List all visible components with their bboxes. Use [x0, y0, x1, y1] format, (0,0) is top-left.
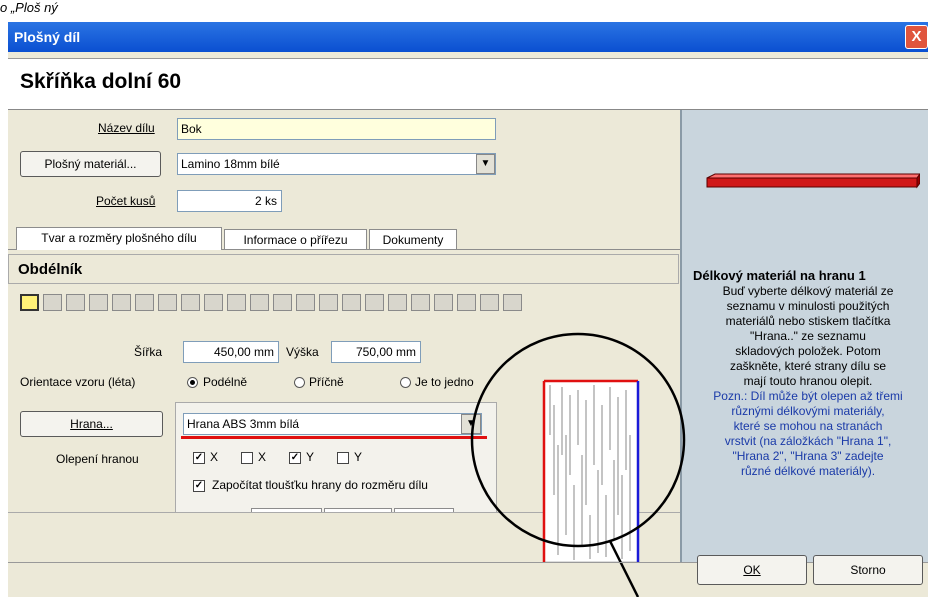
name-field[interactable]: Bok	[177, 118, 496, 140]
shape-button[interactable]	[181, 294, 200, 311]
check-x1-label: X	[210, 450, 219, 464]
shape-button[interactable]	[503, 294, 522, 311]
shape-button[interactable]	[296, 294, 315, 311]
caption-fragment: o „Ploš ný	[0, 0, 58, 15]
material-select[interactable]: Lamino 18mm bílé	[177, 153, 496, 175]
shape-name: Obdélník	[18, 261, 83, 278]
shape-header	[8, 254, 679, 284]
shape-button[interactable]	[411, 294, 430, 311]
width-field[interactable]: 450,00 mm	[183, 341, 279, 363]
check-x2-label: X	[258, 450, 267, 464]
note-line: které se mohou na stranách	[733, 419, 883, 433]
shape-button[interactable]	[457, 294, 476, 311]
check-y1-label: Y	[306, 450, 315, 464]
check-y2[interactable]	[337, 452, 349, 464]
check-y2-label: Y	[354, 450, 363, 464]
info-line: mají touto hranou olepit.	[743, 374, 873, 388]
chevron-down-icon[interactable]: ▼	[476, 154, 495, 174]
edge-material-illustration	[706, 173, 920, 189]
name-label: Název dílu	[98, 121, 155, 135]
shape-button[interactable]	[135, 294, 154, 311]
radio-lengthwise-label: Podélně	[203, 375, 248, 389]
info-line: Buď vyberte délkový materiál ze	[722, 284, 894, 298]
cancel-button[interactable]: Storno	[813, 555, 923, 585]
shape-button[interactable]	[365, 294, 384, 311]
shape-button[interactable]	[227, 294, 246, 311]
shape-button[interactable]	[204, 294, 223, 311]
shape-rectangle-button[interactable]	[20, 294, 39, 311]
check-x2[interactable]	[241, 452, 253, 464]
info-line: "Hrana.." ze seznamu	[750, 329, 866, 343]
ok-button[interactable]: OK	[697, 555, 807, 585]
radio-lengthwise[interactable]	[187, 377, 198, 388]
material-value: Lamino 18mm bílé	[181, 157, 280, 171]
magnifier-overlay	[470, 332, 686, 597]
info-line: skladových položek. Potom	[735, 344, 881, 358]
width-label: Šířka	[134, 345, 163, 359]
tab-documents[interactable]: Dokumenty	[369, 229, 457, 249]
orientation-label: Orientace vzoru (léta)	[20, 375, 136, 389]
shape-button[interactable]	[273, 294, 292, 311]
include-thickness-label: Započítat tloušťku hrany do rozměru dílu	[212, 478, 428, 492]
shape-button[interactable]	[480, 294, 499, 311]
count-field[interactable]: 2 ks	[177, 190, 282, 212]
shape-button[interactable]	[43, 294, 62, 311]
radio-any[interactable]	[400, 377, 411, 388]
material-button[interactable]: Plošný materiál...	[20, 151, 161, 177]
shape-button[interactable]	[66, 294, 85, 311]
window-title: Plošný díl	[14, 29, 81, 45]
check-y1[interactable]: ✓	[289, 452, 301, 464]
edge-red-underline	[181, 436, 487, 439]
info-body: Buď vyberte délkový materiál ze seznamu …	[688, 284, 928, 389]
close-button[interactable]: X	[905, 25, 928, 49]
shape-button[interactable]	[112, 294, 131, 311]
title-bar: Plošný díl	[8, 22, 928, 52]
note-line: různé délkové materiály).	[740, 464, 876, 478]
tab-cutting-info[interactable]: Informace o přířezu	[224, 229, 367, 249]
shape-button[interactable]	[319, 294, 338, 311]
shape-button[interactable]	[250, 294, 269, 311]
tab-shape[interactable]: Tvar a rozměry plošného dílu	[16, 227, 222, 250]
radio-crosswise[interactable]	[294, 377, 305, 388]
close-icon: X	[911, 28, 922, 45]
check-x1[interactable]: ✓	[193, 452, 205, 464]
radio-crosswise-label: Příčně	[309, 375, 344, 389]
shape-button[interactable]	[388, 294, 407, 311]
page-title: Skříňka dolní 60	[20, 70, 182, 93]
edge-select[interactable]: Hrana ABS 3mm bílá	[183, 413, 482, 435]
edge-button[interactable]: Hrana...	[20, 411, 163, 437]
shape-button[interactable]	[89, 294, 108, 311]
shape-button[interactable]	[434, 294, 453, 311]
note-line: různými délkovými materiály,	[731, 404, 885, 418]
count-label: Počet kusů	[96, 194, 156, 208]
note-line: vrstvit (na záložkách "Hrana 1",	[724, 434, 892, 448]
height-field[interactable]: 750,00 mm	[331, 341, 421, 363]
info-title: Délkový materiál na hranu 1	[693, 268, 866, 283]
info-line: zaškněte, které strany dílu se	[729, 359, 887, 373]
height-label: Výška	[286, 345, 319, 359]
shape-button[interactable]	[342, 294, 361, 311]
edge-glue-label: Olepení hranou	[56, 452, 139, 466]
edge-value: Hrana ABS 3mm bílá	[187, 417, 300, 431]
include-thickness-check[interactable]: ✓	[193, 480, 205, 492]
note-line: "Hrana 2", "Hrana 3" zadejte	[732, 449, 884, 463]
info-line: seznamu v minulosti použitých	[726, 299, 890, 313]
info-line: materiálů nebo stiskem tlačítka	[725, 314, 891, 328]
shape-button[interactable]	[158, 294, 177, 311]
note-line: Pozn.: Díl může být olepen až třemi	[713, 389, 903, 403]
info-note: Pozn.: Díl může být olepen až třemi různ…	[688, 389, 928, 479]
